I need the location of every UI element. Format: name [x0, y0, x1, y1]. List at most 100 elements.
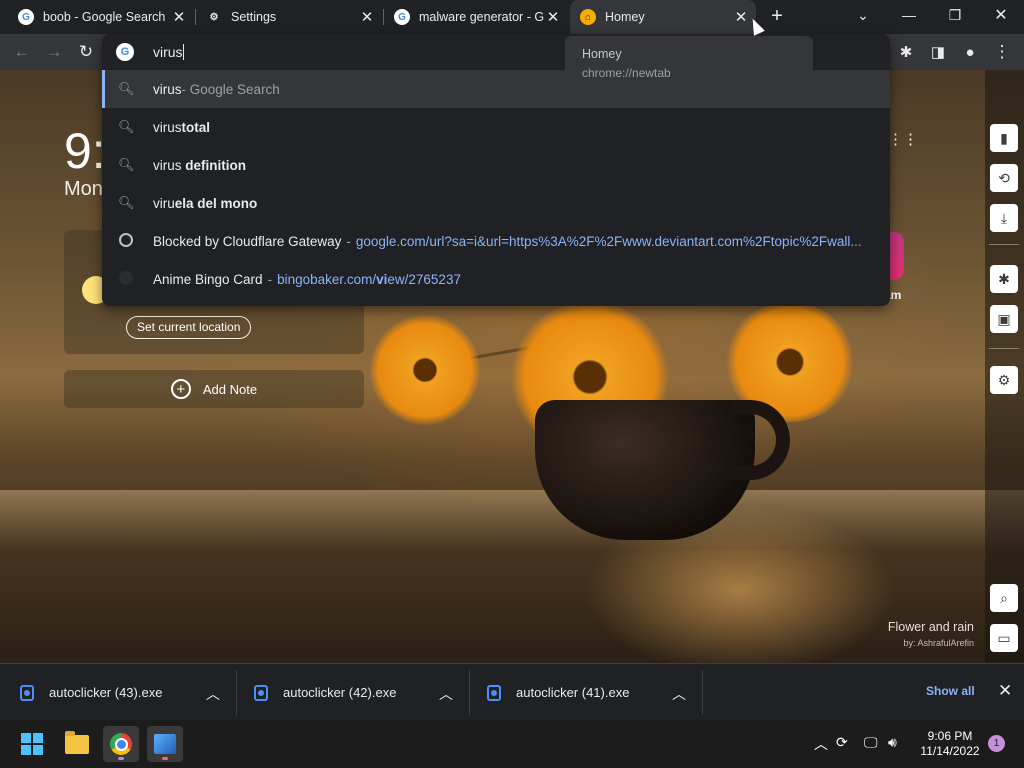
clipboard-icon[interactable]: ▣ — [990, 305, 1018, 333]
menu-kebab-icon[interactable]: ⋮ — [988, 38, 1016, 66]
image-search-icon[interactable]: ⌕ — [990, 584, 1018, 612]
set-location-button[interactable]: Set current location — [126, 316, 252, 339]
add-note-label: Add Note — [202, 381, 258, 397]
extensions-icon[interactable]: ✱ — [892, 38, 920, 66]
windows-taskbar: ︿ ⟳ 🖵︎ 🔊︎ 9:06 PM 11/14/2022 1 — [0, 720, 1024, 768]
suggestion-url-match: vi — [376, 271, 388, 287]
suggestion-title: Blocked by Cloudflare Gateway — [153, 233, 342, 249]
suggestion-completion: total — [181, 119, 211, 135]
suggestion-text: virus — [153, 119, 182, 135]
download-item[interactable]: autoclicker (41).exe — [487, 664, 629, 721]
search-icon: 🔍︎ — [118, 81, 135, 96]
site-icon — [119, 270, 133, 285]
download-filename: autoclicker (42).exe — [283, 685, 397, 700]
suggestion-item[interactable]: 🔍︎ virus definition — [102, 146, 890, 184]
suggestion-text: virus — [153, 81, 182, 97]
puzzle-icon[interactable]: ✱ — [990, 265, 1018, 293]
network-icon[interactable]: 🖵︎ — [864, 734, 878, 751]
chevron-up-icon[interactable]: ︿ — [439, 684, 453, 704]
suggestion-item[interactable]: Blocked by Cloudflare Gateway - google.com… — [102, 222, 890, 260]
side-divider — [989, 244, 1019, 245]
google-icon: G — [18, 9, 34, 25]
tab-homey[interactable]: ⌂ Homey ✕ — [570, 0, 756, 34]
google-icon: G — [394, 9, 410, 25]
download-shelf: autoclicker (43).exe ︿ autoclicker (42).… — [0, 663, 1024, 720]
downloads-icon[interactable]: ⤓ — [990, 204, 1018, 232]
wallpaper-icon[interactable]: ▭ — [990, 624, 1018, 652]
start-button[interactable] — [14, 726, 50, 762]
chrome-taskbar-button[interactable] — [103, 726, 139, 762]
suggestion-item[interactable]: 🔍︎ viru ela del mono — [102, 184, 890, 222]
close-icon[interactable]: ✕ — [170, 8, 188, 26]
chevron-up-icon[interactable]: ︿ — [206, 684, 220, 704]
photo-credit: Flower and rain by: AshrafulArefin — [888, 620, 974, 648]
suggestion-text: viru — [153, 195, 175, 211]
add-note-button[interactable]: + Add Note — [64, 370, 364, 408]
suggestion-suffix: - Google Search — [181, 81, 280, 97]
minimize-button[interactable]: — — [886, 0, 932, 30]
photo-author: by: AshrafulArefin — [903, 638, 974, 648]
tab-title: Settings — [231, 10, 277, 24]
gear-icon: ⚙ — [209, 11, 219, 23]
photos-taskbar-button[interactable] — [147, 726, 183, 762]
suggestion-url: bingobaker.com/ — [277, 271, 377, 287]
suggestion-completion: definition — [181, 157, 247, 173]
close-shelf-icon[interactable]: ✕ — [998, 681, 1012, 701]
tab-boob-search[interactable]: G boob - Google Search ✕ — [8, 0, 194, 34]
download-divider — [702, 670, 703, 715]
back-button[interactable]: ← — [8, 38, 36, 66]
tab-strip: G boob - Google Search ✕ ⚙ Settings ✕ G … — [0, 0, 1024, 34]
exe-file-icon — [254, 684, 268, 701]
download-item[interactable]: autoclicker (42).exe — [254, 664, 396, 721]
tab-title: Homey — [605, 10, 645, 24]
suggestion-url: google.com/url?sa=i&url=https%3A%2F%2Fww… — [355, 233, 862, 249]
forward-button[interactable]: → — [40, 38, 68, 66]
show-all-downloads-button[interactable]: Show all — [926, 684, 975, 698]
sync-icon[interactable]: ⟳ — [836, 734, 848, 751]
chevron-up-icon[interactable]: ︿ — [814, 734, 828, 754]
tab-malware-generator[interactable]: G malware generator - G ✕ — [384, 0, 568, 34]
globe-icon-wrap — [118, 232, 134, 250]
hover-card-title: Homey — [582, 47, 622, 61]
suggestion-url: ew/2765237 — [387, 271, 461, 287]
bookmarks-icon[interactable]: ▮ — [990, 124, 1018, 152]
apps-grid-icon[interactable]: ⋮⋮ — [888, 130, 918, 148]
reload-button[interactable]: ↻ — [72, 38, 100, 66]
profile-icon[interactable]: ● — [956, 38, 984, 66]
side-panel-icon[interactable]: ◨ — [924, 38, 952, 66]
history-icon[interactable]: ⟲ — [990, 164, 1018, 192]
suggestion-dash: - — [346, 233, 351, 249]
windows-logo-icon — [21, 733, 43, 755]
file-explorer-button[interactable] — [59, 726, 95, 762]
suggestion-item[interactable]: 🔍︎ virus total — [102, 108, 890, 146]
close-icon[interactable]: ✕ — [544, 8, 562, 26]
suggestion-item[interactable]: Anime Bingo Card - bingobaker.com/vi ew/276… — [102, 260, 890, 298]
tab-search-chevron-icon[interactable]: ⌄ — [840, 0, 886, 30]
plus-circle-icon: + — [170, 379, 191, 399]
tab-title: boob - Google Search — [43, 10, 166, 24]
system-clock[interactable]: 9:06 PM 11/14/2022 — [920, 729, 980, 759]
flower-image — [370, 315, 480, 425]
suggestion-dash: - — [267, 271, 273, 287]
restore-button[interactable]: ❐ — [932, 0, 978, 30]
new-tab-button[interactable]: + — [765, 6, 789, 28]
close-icon[interactable]: ✕ — [358, 8, 376, 26]
notification-badge[interactable]: 1 — [988, 735, 1005, 752]
clock-time: 9:06 PM — [927, 729, 973, 743]
download-filename: autoclicker (43).exe — [49, 685, 163, 700]
chevron-up-icon[interactable]: ︿ — [672, 684, 686, 704]
settings-gear-icon[interactable]: ⚙ — [990, 366, 1018, 394]
cup-image — [535, 400, 755, 540]
suggestion-completion: ela del mono — [174, 195, 258, 211]
download-filename: autoclicker (41).exe — [516, 685, 630, 700]
search-icon: 🔍︎ — [118, 195, 135, 210]
window-close-button[interactable]: ✕ — [978, 0, 1024, 30]
download-item[interactable]: autoclicker (43).exe — [20, 664, 162, 721]
clock-display: 9: — [64, 123, 106, 179]
omnibox-input[interactable]: virus — [153, 44, 184, 60]
suggestion-text: virus — [153, 157, 182, 173]
side-divider — [989, 348, 1019, 349]
volume-icon[interactable]: 🔊︎ — [888, 734, 897, 751]
tab-settings[interactable]: ⚙ Settings ✕ — [196, 0, 382, 34]
site-icon-wrap — [118, 270, 134, 288]
